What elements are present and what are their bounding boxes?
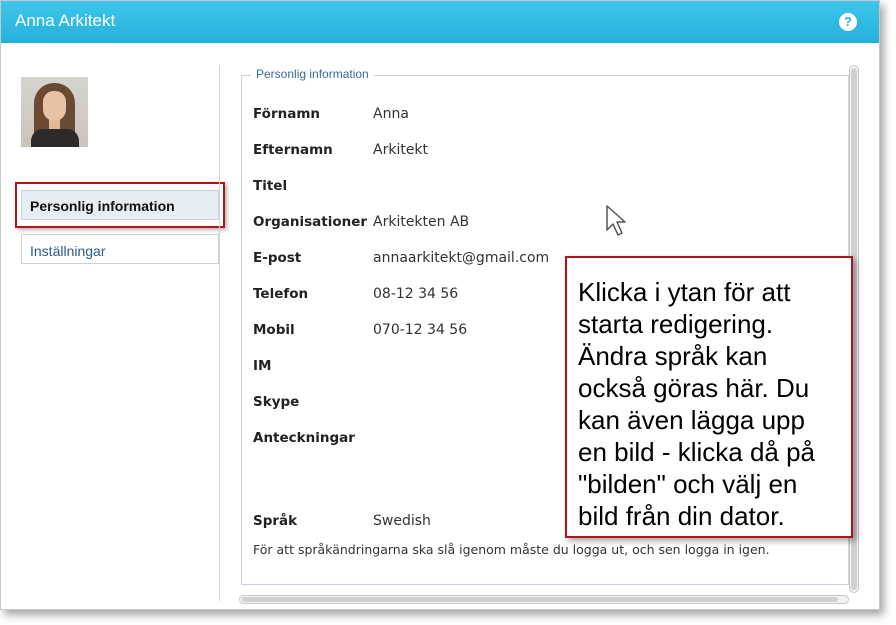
window-title: Anna Arkitekt: [15, 11, 116, 30]
avatar-shirt: [31, 129, 79, 147]
field-label: Telefon: [253, 286, 309, 302]
field-label: IM: [253, 358, 272, 374]
field-label: Mobil: [253, 322, 295, 338]
title-bar: Anna Arkitekt ?: [1, 1, 879, 43]
instruction-callout: Klicka i ytan för att starta redigering.…: [565, 256, 853, 538]
panel-legend: Personlig information: [251, 67, 374, 81]
avatar-face: [43, 91, 66, 121]
field-value[interactable]: Arkitekt: [373, 142, 428, 158]
language-note: För att språkändringarna ska slå igenom …: [253, 542, 770, 557]
field-label: Språk: [253, 513, 298, 529]
help-icon[interactable]: ?: [839, 13, 857, 31]
field-value[interactable]: 070-12 34 56: [373, 322, 467, 338]
field-label: Anteckningar: [253, 430, 355, 446]
field-label: Förnamn: [253, 106, 321, 122]
field-label: E-post: [253, 250, 302, 266]
field-label: Titel: [253, 178, 288, 194]
horizontal-scrollbar[interactable]: [239, 595, 849, 604]
field-label: Efternamn: [253, 142, 333, 158]
profile-window: Anna Arkitekt ? Personlig information In…: [0, 0, 880, 610]
field-value[interactable]: annaarkitekt@gmail.com: [373, 250, 549, 266]
scroll-thumb[interactable]: [242, 597, 838, 602]
highlight-frame: [15, 182, 225, 228]
field-value[interactable]: Anna: [373, 106, 409, 122]
sidebar-item-settings[interactable]: Inställningar: [21, 234, 219, 264]
mouse-cursor-icon: [606, 205, 626, 236]
field-value[interactable]: Arkitekten AB: [373, 214, 469, 230]
field-label: Organisationer: [253, 214, 368, 230]
field-label: Skype: [253, 394, 300, 410]
sidebar-divider: [219, 65, 220, 601]
field-value[interactable]: Swedish: [373, 513, 431, 529]
field-value[interactable]: 08-12 34 56: [373, 286, 458, 302]
avatar[interactable]: [21, 77, 88, 147]
